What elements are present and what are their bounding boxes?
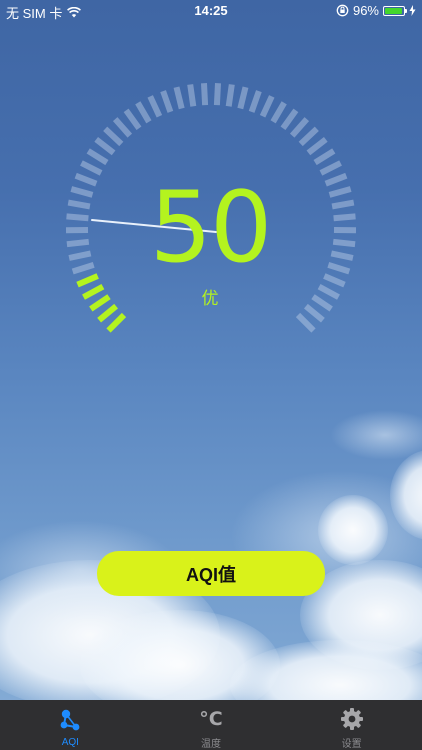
gauge-tick	[311, 294, 333, 312]
gauge-tick	[295, 312, 316, 333]
aqi-gauge	[65, 83, 357, 333]
gauge-tick	[327, 262, 351, 275]
gauge-tick	[160, 90, 174, 113]
network-nodes-icon	[57, 707, 83, 733]
gauge-tick	[68, 250, 92, 261]
gauge-tick	[94, 137, 116, 156]
tab-temperature[interactable]: °C 温度	[141, 700, 282, 750]
gauge-tick	[70, 186, 94, 198]
gauge-tick	[74, 172, 98, 187]
gauge-tick	[270, 101, 287, 124]
gauge-tick	[67, 199, 91, 210]
celsius-icon: °C	[198, 707, 224, 731]
tab-bar: AQI °C 温度 设置	[0, 700, 422, 750]
gauge-tick-active	[106, 312, 127, 333]
aqi-value: 50	[149, 171, 273, 285]
gauge-tick	[71, 262, 95, 275]
aqi-level-label: 优	[201, 289, 219, 308]
tab-aqi[interactable]: AQI	[0, 700, 141, 750]
aqi-value-button[interactable]: AQI值	[97, 551, 325, 596]
gauge-tick-active	[97, 303, 119, 323]
gauge-tick-active	[89, 294, 111, 312]
gauge-tick	[237, 86, 249, 110]
tab-aqi-label: AQI	[61, 737, 79, 748]
tab-settings[interactable]: 设置	[281, 700, 422, 750]
gauge-tick	[317, 283, 340, 300]
gear-icon	[339, 707, 365, 731]
gauge-tick	[303, 303, 325, 323]
gauge-tick	[123, 108, 142, 131]
gauge-tick	[289, 117, 310, 138]
celsius-glyph: °C	[199, 708, 223, 730]
gauge-tick	[330, 250, 354, 261]
gauge-tick	[324, 172, 348, 187]
gauge-tick	[328, 186, 352, 198]
aqi-screen: 无 SIM 卡 14:25 96% 50 优 AQI值 AQI °C 温度 设置	[0, 0, 422, 750]
gauge-tick	[298, 126, 319, 147]
gauge-tick	[86, 148, 109, 166]
tab-temperature-label: 温度	[201, 739, 221, 750]
gauge-tick	[306, 137, 328, 156]
gauge-tick	[66, 238, 90, 248]
gauge-tick	[201, 83, 209, 106]
gauge-tick	[313, 148, 336, 166]
gauge-tick	[80, 160, 103, 176]
gauge-tick	[173, 86, 185, 110]
gauge-tick	[213, 83, 221, 106]
gauge-tick	[135, 101, 152, 124]
gauge-tick	[147, 95, 163, 118]
gauge-tick-active	[76, 273, 99, 288]
gauge-tick	[333, 213, 356, 222]
gauge-tick	[259, 95, 275, 118]
gauge-tick	[319, 160, 342, 176]
gauge-tick	[280, 108, 299, 131]
gauge-tick-active	[82, 283, 105, 300]
gauge-tick	[331, 199, 355, 210]
gauge-tick	[332, 238, 356, 248]
tab-settings-label: 设置	[341, 739, 362, 750]
gauge-tick	[187, 84, 197, 107]
gauge-tick	[112, 117, 133, 138]
gauge-tick	[225, 84, 235, 107]
gauge-tick	[248, 90, 262, 113]
gauge-tick	[323, 273, 346, 288]
gauge-tick	[66, 213, 89, 222]
gauge-tick	[103, 126, 124, 147]
